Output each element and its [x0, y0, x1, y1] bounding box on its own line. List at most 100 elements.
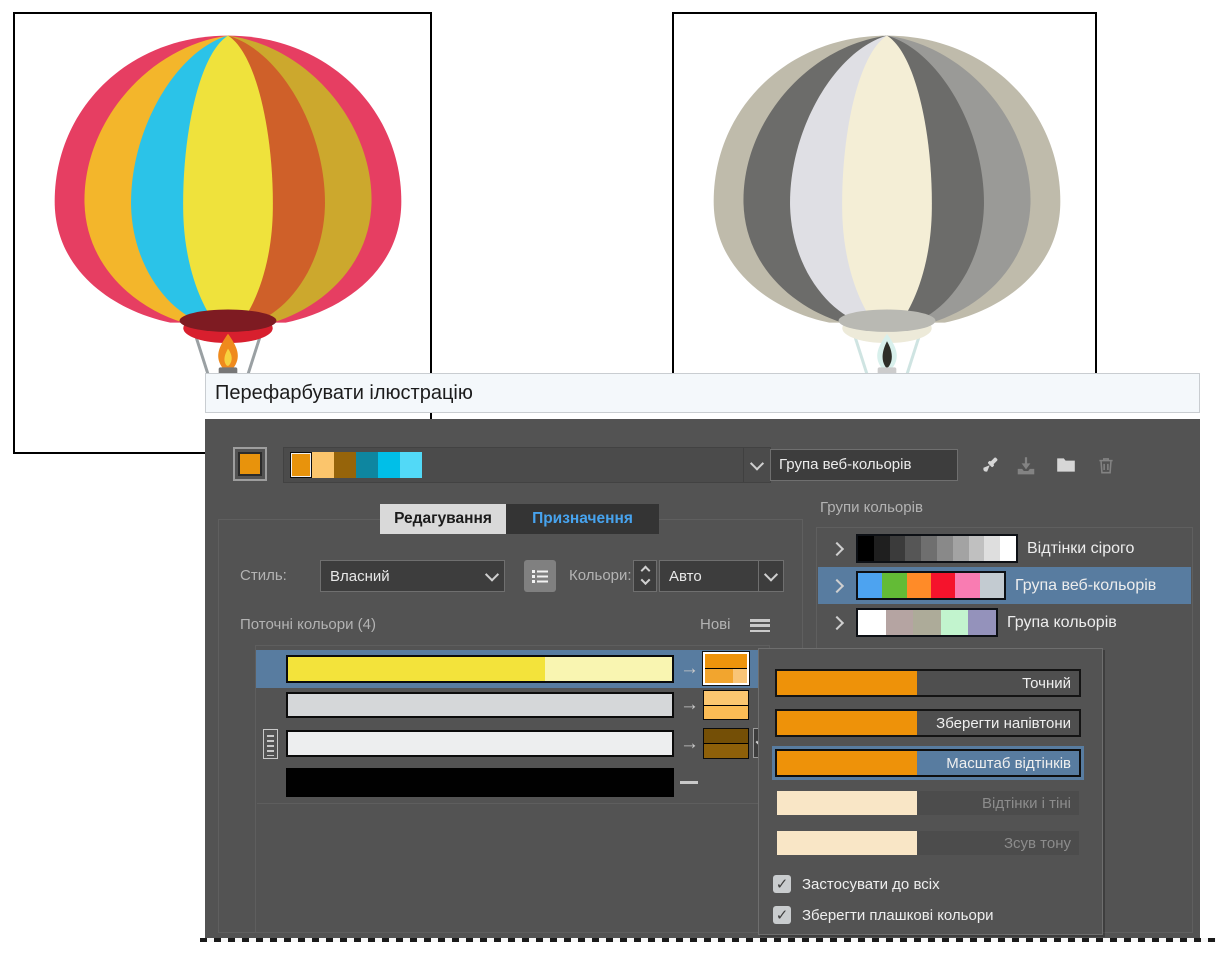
color-group-strip: [856, 608, 998, 637]
color-cell: [885, 610, 914, 635]
swatch-teal[interactable]: [356, 452, 378, 478]
group-name-input[interactable]: Група веб-кольорів: [770, 449, 958, 481]
color-segment: [704, 729, 748, 743]
arrow-icon: →: [680, 658, 699, 679]
color-reduction-options-button[interactable]: [524, 560, 556, 592]
color-segment: [705, 669, 733, 683]
color-segment: [545, 657, 672, 681]
new-color-swatch[interactable]: [703, 690, 749, 720]
color-cell: [979, 573, 1004, 598]
current-color-bar[interactable]: [286, 768, 674, 797]
balloon-recolored-image: [713, 35, 1061, 398]
artboard-dashed-edge: [200, 938, 1216, 942]
color-cell: [984, 536, 1001, 561]
option-scale-tints-selected[interactable]: Масштаб відтінків: [775, 749, 1081, 777]
illustrator-canvas: Перефарбувати ілюстрацію Група веб-кольо…: [0, 0, 1225, 970]
checkbox-checked-icon[interactable]: ✓: [773, 906, 791, 924]
divider: [257, 803, 768, 804]
style-dropdown-value: Власний: [330, 567, 390, 585]
tab-assign[interactable]: Призначення: [506, 504, 659, 534]
swatch-light-orange[interactable]: [312, 452, 334, 478]
active-color-swatch-button[interactable]: [233, 447, 267, 481]
dialog-titlebar[interactable]: Перефарбувати ілюстрацію: [205, 373, 1200, 413]
color-options-popup: Точний Зберегти напівтони Масштаб відтін…: [758, 648, 1103, 935]
swatch-brown[interactable]: [334, 452, 356, 478]
colors-count-value: Авто: [669, 567, 702, 585]
tab-edit[interactable]: Редагування: [380, 504, 506, 534]
color-cell: [873, 536, 890, 561]
swatch-light-cyan[interactable]: [400, 452, 422, 478]
arrow-icon: →: [680, 694, 699, 715]
option-label: Відтінки і тіні: [917, 791, 1079, 815]
color-segment: [288, 694, 672, 716]
color-cell: [913, 610, 941, 635]
new-colors-label: Нові: [700, 616, 731, 633]
color-cell: [858, 536, 874, 561]
apply-to-all-row[interactable]: ✓ Застосувати до всіх: [773, 875, 940, 893]
option-hue-shift-disabled[interactable]: Зсув тону: [775, 829, 1081, 857]
option-swatch: [777, 711, 917, 735]
swatch-bar-dropdown[interactable]: [743, 448, 770, 482]
color-group-swatch-bar[interactable]: [283, 447, 771, 483]
color-group-strip: [856, 571, 1006, 600]
new-color-swatch[interactable]: [703, 728, 749, 759]
balloon-bowl-top: [838, 309, 936, 332]
color-segment: [704, 744, 748, 758]
swatch-orange-selected[interactable]: [290, 452, 312, 478]
color-segment: [288, 657, 546, 681]
chevron-right-icon: [829, 615, 845, 630]
option-exact[interactable]: Точний: [775, 669, 1081, 697]
color-cell: [968, 610, 996, 635]
color-cell: [930, 573, 956, 598]
chevron-down-icon: [749, 456, 765, 471]
current-colors-list: → → →: [255, 645, 770, 933]
chevron-down-icon: [484, 567, 500, 582]
colors-count-dropdown[interactable]: Авто: [659, 560, 784, 592]
color-cell: [882, 573, 907, 598]
color-cell: [858, 573, 883, 598]
trash-icon[interactable]: [1093, 452, 1119, 478]
color-group-name: Відтінки сірого: [1027, 539, 1135, 557]
style-label: Стиль:: [240, 567, 287, 584]
arrow-icon: →: [680, 733, 699, 754]
balloon-bowl-top: [179, 309, 277, 332]
color-group-row-web-selected[interactable]: Група веб-кольорів: [818, 567, 1191, 604]
chevron-right-icon: [829, 578, 845, 593]
color-cell: [936, 536, 953, 561]
eyedropper-icon[interactable]: [977, 452, 1003, 478]
menu-icon[interactable]: [750, 619, 770, 632]
current-color-bar[interactable]: [286, 730, 674, 757]
current-color-bar[interactable]: [286, 655, 674, 683]
option-swatch: [777, 791, 917, 815]
folder-icon[interactable]: [1053, 452, 1079, 478]
color-cell: [905, 536, 922, 561]
swatch-cyan[interactable]: [378, 452, 400, 478]
color-group-row-grayscale[interactable]: Відтінки сірого: [818, 530, 1191, 567]
current-color-bar[interactable]: [286, 692, 674, 718]
color-group-strip: [856, 534, 1018, 563]
new-color-swatch[interactable]: [702, 651, 750, 686]
save-swatches-icon[interactable]: [1013, 452, 1039, 478]
colors-label: Кольори:: [569, 567, 632, 584]
color-cell: [940, 610, 969, 635]
color-segment: [705, 654, 747, 668]
color-cell: [858, 610, 886, 635]
option-preserve-tints[interactable]: Зберегти напівтони: [775, 709, 1081, 737]
color-group-name: Група веб-кольорів: [1015, 576, 1157, 594]
color-segment: [704, 691, 748, 705]
color-cell: [1000, 536, 1016, 561]
option-tints-shades-disabled[interactable]: Відтінки і тіні: [775, 789, 1081, 817]
option-swatch: [777, 751, 917, 775]
dialog-title: Перефарбувати ілюстрацію: [215, 381, 473, 404]
chevron-right-icon: [829, 541, 845, 556]
checkbox-checked-icon[interactable]: ✓: [773, 875, 791, 893]
row-indicator-icon[interactable]: [263, 729, 278, 759]
color-group-row-custom[interactable]: Група кольорів: [818, 604, 1191, 641]
color-group-name: Група кольорів: [1007, 613, 1117, 631]
color-segment: [288, 732, 672, 755]
chevron-down-icon: [640, 575, 650, 586]
dialog-body: Група веб-кольорів Редагування Призначен…: [205, 419, 1200, 938]
colors-count-stepper[interactable]: [633, 560, 657, 592]
preserve-spot-colors-row[interactable]: ✓ Зберегти плашкові кольори: [773, 906, 994, 924]
style-dropdown[interactable]: Власний: [320, 560, 505, 592]
